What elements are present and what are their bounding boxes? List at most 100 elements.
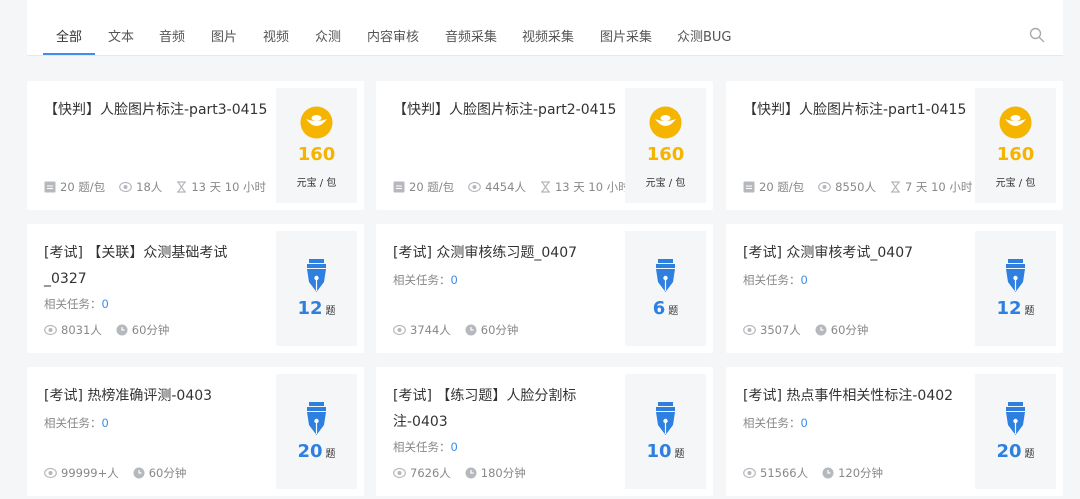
question-panel: 12 题: [975, 231, 1056, 346]
eye-icon: [44, 324, 57, 336]
exam-duration: 60分钟: [480, 323, 519, 337]
task-card[interactable]: 【快判】人脸图片标注-part3-0415 20 题/包 18人 13 天 10…: [27, 81, 364, 210]
related-task-count[interactable]: 0: [801, 416, 808, 430]
exam-card[interactable]: [考试] 众测审核考试_0407 相关任务：0 3507人 60分钟 12 题: [726, 224, 1063, 353]
exam-duration: 120分钟: [838, 466, 884, 480]
exam-card[interactable]: [考试] 热点事件相关性标注-0402 相关任务：0 51566人 120分钟 …: [726, 367, 1063, 496]
eye-icon: [393, 324, 406, 336]
exam-title: [考试] 【关联】众测基础考试_0327: [44, 245, 228, 287]
exam-meta: 3744人 60分钟: [393, 322, 532, 338]
reward-unit: 元宝 / 包: [645, 178, 686, 189]
question-count: 10 题: [646, 441, 685, 462]
exam-meta: 51566人 120分钟: [743, 465, 897, 481]
exam-card[interactable]: [考试] 众测审核练习题_0407 相关任务：0 3744人 60分钟 6题: [376, 224, 713, 353]
question-count: 12 题: [297, 298, 336, 319]
clock-icon: [822, 467, 834, 479]
fountain-pen-icon: [1006, 402, 1025, 435]
category-tabs: 全部 文本 音频 图片 视频 众测 内容审核 音频采集 视频采集 图片采集 众测…: [27, 4, 1063, 56]
fountain-pen-icon: [656, 259, 675, 292]
clock-icon: [116, 324, 128, 336]
fountain-pen-icon: [656, 402, 675, 435]
active-tab-indicator: [43, 53, 95, 55]
related-task-count[interactable]: 0: [451, 440, 458, 454]
fountain-pen-icon: [1006, 259, 1025, 292]
question-panel: 12 题: [276, 231, 357, 346]
clock-icon: [465, 467, 477, 479]
hourglass-icon: [890, 181, 900, 193]
hourglass-icon: [177, 181, 187, 193]
reward-amount: 160: [996, 144, 1035, 165]
task-card[interactable]: 【快判】人脸图片标注-part1-0415 20 题/包 8550人 7 天 1…: [726, 81, 1063, 210]
exam-duration: 60分钟: [830, 323, 869, 337]
clock-icon: [465, 324, 477, 336]
reward-panel: 160 元宝 / 包: [625, 88, 706, 203]
question-count: 6题: [652, 298, 679, 319]
related-task-count[interactable]: 0: [102, 297, 109, 311]
tab-text[interactable]: 文本: [108, 26, 134, 45]
reward-panel: 160 元宝 / 包: [975, 88, 1056, 203]
question-count: 20 题: [996, 441, 1035, 462]
question-panel: 20 题: [276, 374, 357, 489]
fountain-pen-icon: [307, 259, 326, 292]
clock-icon: [815, 324, 827, 336]
exam-title: [考试] 众测审核考试_0407: [743, 245, 914, 261]
related-task-count[interactable]: 0: [451, 273, 458, 287]
reward-unit: 元宝 / 包: [296, 178, 337, 189]
participant-count: 8031人: [61, 323, 102, 337]
tab-audio-collect[interactable]: 音频采集: [445, 26, 497, 45]
exam-meta: 99999+人 60分钟: [44, 465, 200, 481]
related-task-count[interactable]: 0: [102, 416, 109, 430]
exam-card[interactable]: [考试] 【关联】众测基础考试_0327 相关任务：0 8031人 60分钟 1…: [27, 224, 364, 353]
question-count: 20 题/包: [759, 180, 805, 194]
tab-all[interactable]: 全部: [56, 26, 82, 45]
related-tasks: 相关任务：0: [44, 297, 109, 311]
tab-video-collect[interactable]: 视频采集: [522, 26, 574, 45]
exam-meta: 3507人 60分钟: [743, 322, 882, 338]
related-tasks: 相关任务：0: [393, 273, 458, 287]
list-icon: [743, 181, 755, 193]
eye-icon: [468, 181, 482, 193]
reward-panel: 160 元宝 / 包: [276, 88, 357, 203]
tab-crowdtest[interactable]: 众测: [315, 26, 341, 45]
exam-title: [考试] 众测审核练习题_0407: [393, 245, 578, 261]
tab-image-collect[interactable]: 图片采集: [600, 26, 652, 45]
question-count: 12 题: [996, 298, 1035, 319]
tab-audio[interactable]: 音频: [159, 26, 185, 45]
tab-content-review[interactable]: 内容审核: [367, 26, 419, 45]
gold-ingot-icon: [649, 106, 682, 139]
exam-duration: 60分钟: [131, 323, 170, 337]
reward-unit: 元宝 / 包: [995, 178, 1036, 189]
participant-count: 18人: [136, 180, 163, 194]
exam-card[interactable]: [考试] 【练习题】人脸分割标注-0403 相关任务：0 7626人 180分钟…: [376, 367, 713, 496]
tab-crowdtest-bug[interactable]: 众测BUG: [677, 26, 732, 45]
participant-count: 3507人: [760, 323, 801, 337]
related-task-count[interactable]: 0: [801, 273, 808, 287]
exam-meta: 8031人 60分钟: [44, 322, 183, 338]
participant-count: 99999+人: [61, 466, 119, 480]
question-count: 20 题/包: [409, 180, 455, 194]
tab-video[interactable]: 视频: [263, 26, 289, 45]
participant-count: 7626人: [410, 466, 451, 480]
question-count: 20 题/包: [60, 180, 106, 194]
search-icon[interactable]: [1029, 27, 1045, 43]
participant-count: 3744人: [410, 323, 451, 337]
remaining-time: 13 天 10 小时: [191, 180, 267, 194]
gold-ingot-icon: [999, 106, 1032, 139]
task-card[interactable]: 【快判】人脸图片标注-part2-0415 20 题/包 4454人 13 天 …: [376, 81, 713, 210]
participant-count: 8550人: [835, 180, 876, 194]
remaining-time: 7 天 10 小时: [904, 180, 973, 194]
eye-icon: [818, 181, 832, 193]
participant-count: 51566人: [760, 466, 809, 480]
related-tasks: 相关任务：0: [743, 273, 808, 287]
remaining-time: 13 天 10 小时: [554, 180, 630, 194]
task-title: 【快判】人脸图片标注-part2-0415: [393, 102, 617, 118]
participant-count: 4454人: [485, 180, 526, 194]
exam-title: [考试] 热榜准确评测-0403: [44, 388, 213, 404]
task-title: 【快判】人脸图片标注-part1-0415: [743, 102, 967, 118]
related-tasks: 相关任务：0: [44, 416, 109, 430]
related-tasks: 相关任务：0: [393, 440, 458, 454]
eye-icon: [743, 467, 756, 479]
exam-card[interactable]: [考试] 热榜准确评测-0403 相关任务：0 99999+人 60分钟 20 题: [27, 367, 364, 496]
tab-image[interactable]: 图片: [211, 26, 237, 45]
exam-title: [考试] 热点事件相关性标注-0402: [743, 388, 954, 404]
